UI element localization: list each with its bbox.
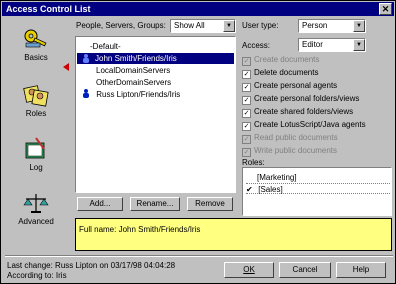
log-book-icon <box>25 137 45 159</box>
user-type-value: Person <box>302 21 328 30</box>
sidebar: Basics Roles Log Advanced <box>5 21 69 247</box>
perm-create-personal-folders[interactable]: ✓ Create personal folders/views <box>242 94 359 105</box>
sidebar-item-roles[interactable]: Roles <box>5 81 67 131</box>
access-value: Editor <box>302 40 323 49</box>
scales-icon <box>23 194 49 213</box>
perm-create-shared-folders[interactable]: ✓ Create shared folders/views <box>242 107 353 118</box>
dialog-title: Access Control List <box>6 4 91 14</box>
close-button[interactable]: ✕ <box>379 3 392 15</box>
key-icon <box>24 29 47 48</box>
divider <box>5 255 393 257</box>
checkbox[interactable]: ✓ <box>242 109 251 118</box>
person-icon <box>83 89 89 98</box>
sidebar-item-log[interactable]: Log <box>5 135 67 185</box>
chevron-down-icon[interactable]: ▼ <box>353 39 365 51</box>
perm-delete-documents[interactable]: ✓ Delete documents <box>242 68 318 79</box>
people-icon <box>23 85 49 107</box>
user-type-label: User type: <box>242 21 279 30</box>
user-type-select[interactable]: Person ▼ <box>298 19 366 33</box>
rename-button[interactable]: Rename... <box>130 197 180 211</box>
list-item[interactable]: Russ Lipton/Friends/Iris <box>82 89 180 100</box>
chevron-down-icon[interactable]: ▼ <box>223 20 235 32</box>
people-list[interactable]: -Default- John Smith/Friends/Iris LocalD… <box>75 36 236 193</box>
title-bar: Access Control List ✕ <box>2 2 394 16</box>
acl-dialog: Access Control List ✕ Basics Roles Log A… <box>0 0 396 284</box>
roles-label: Roles: <box>242 158 265 167</box>
checkbox[interactable]: ✓ <box>242 122 251 131</box>
sidebar-item-basics[interactable]: Basics <box>5 25 67 75</box>
checkbox: ✓ <box>242 148 251 157</box>
checkmark-icon: ✔ <box>246 185 253 194</box>
access-select[interactable]: Editor ▼ <box>298 38 366 52</box>
add-button[interactable]: Add... <box>77 197 123 211</box>
list-item[interactable]: LocalDomainServers <box>96 65 170 76</box>
remove-button[interactable]: Remove <box>187 197 233 211</box>
list-item[interactable]: -Default- <box>90 41 121 52</box>
access-label: Access: <box>242 41 271 50</box>
last-change-text: Last change: Russ Lipton on 03/17/98 04:… <box>7 261 176 270</box>
according-to-text: According to: Iris <box>7 271 67 280</box>
sidebar-item-advanced[interactable]: Advanced <box>5 189 67 239</box>
roles-list[interactable]: [Marketing] ✔ [Sales] <box>242 167 392 216</box>
full-name-text: Full name: John Smith/Friends/Iris <box>79 225 201 234</box>
people-filter-select[interactable]: Show All ▼ <box>170 19 236 33</box>
checkbox: ✓ <box>242 57 251 66</box>
people-list-label: People, Servers, Groups: <box>76 21 166 30</box>
list-item[interactable]: OtherDomainServers <box>96 77 171 88</box>
ok-button[interactable]: OK <box>224 262 274 278</box>
perm-create-personal-agents[interactable]: ✓ Create personal agents <box>242 81 337 92</box>
list-item[interactable]: [Marketing] <box>257 172 297 183</box>
checkbox[interactable]: ✓ <box>242 96 251 105</box>
cancel-button[interactable]: Cancel <box>279 262 331 278</box>
checkbox[interactable]: ✓ <box>242 70 251 79</box>
selected-arrow-icon <box>63 63 69 71</box>
sidebar-item-label: Roles <box>25 109 47 118</box>
people-filter-value: Show All <box>174 21 205 30</box>
sidebar-item-label: Basics <box>24 53 48 62</box>
sidebar-item-label: Log <box>29 163 43 172</box>
perm-create-lotusscript-agents[interactable]: ✓ Create LotusScript/Java agents <box>242 120 366 131</box>
list-item-selected[interactable]: ✔ [Sales] <box>246 183 390 194</box>
checkbox[interactable]: ✓ <box>242 83 251 92</box>
perm-read-public-documents: ✓ Read public documents <box>242 133 338 144</box>
help-button[interactable]: Help <box>336 262 386 278</box>
perm-write-public-documents: ✓ Write public documents <box>242 146 337 157</box>
list-item-selected[interactable]: John Smith/Friends/Iris <box>77 53 234 64</box>
sidebar-item-label: Advanced <box>18 217 54 226</box>
checkbox: ✓ <box>242 135 251 144</box>
perm-create-documents: ✓ Create documents <box>242 55 320 66</box>
chevron-down-icon[interactable]: ▼ <box>353 20 365 32</box>
person-icon <box>83 54 89 63</box>
full-name-box: Full name: John Smith/Friends/Iris <box>75 218 392 251</box>
